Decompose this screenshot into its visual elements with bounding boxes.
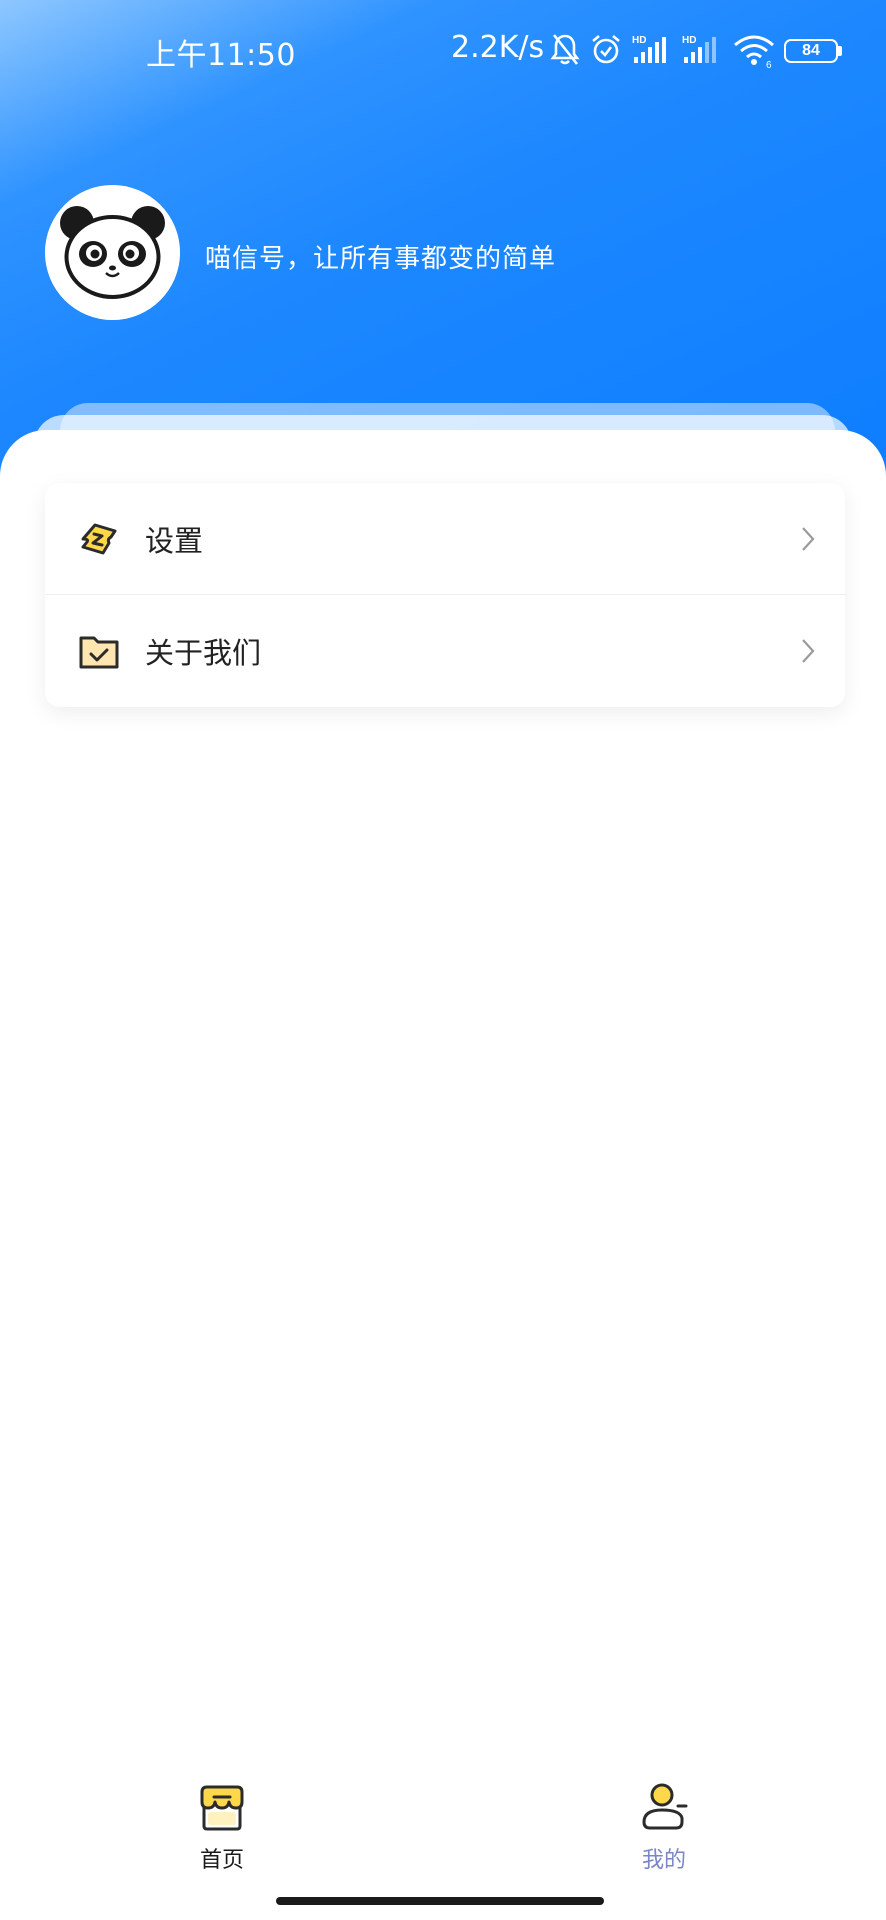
tab-label: 我的	[641, 1848, 686, 1873]
folder-check-icon	[79, 636, 119, 669]
battery-nub	[838, 46, 842, 56]
tab-label: 首页	[199, 1848, 244, 1873]
bottom-nav: 首页 我的	[0, 1760, 886, 1873]
menu-card: 设置 关于我们	[45, 483, 845, 707]
chevron-right-icon	[802, 526, 815, 551]
battery-icon: 84	[784, 39, 838, 63]
home-indicator[interactable]	[276, 1897, 604, 1905]
battery-level: 84	[802, 42, 820, 59]
status-bar: 上午11:50 2.2K/s HD HD 6 84	[0, 0, 886, 100]
menu-item-label: 关于我们	[145, 636, 262, 670]
menu-item-label: 设置	[145, 523, 204, 558]
svg-text:HD: HD	[682, 35, 696, 46]
slogan-text: 喵信号，让所有事都变的简单	[205, 244, 557, 274]
shop-icon	[200, 1785, 244, 1831]
panda-avatar	[45, 185, 180, 320]
ticket-settings-icon	[81, 523, 117, 554]
signal-hd-icon: HD	[682, 35, 716, 63]
tab-mine[interactable]: 我的	[604, 1760, 724, 1873]
menu-item-settings[interactable]: 设置	[45, 483, 845, 595]
svg-text:6: 6	[766, 60, 772, 69]
avatar[interactable]	[45, 185, 180, 320]
network-speed: 2.2K/s	[451, 30, 545, 65]
signal-hd-icon: HD	[632, 35, 666, 63]
mute-bell-icon	[550, 34, 580, 65]
status-time: 上午11:50	[146, 38, 296, 73]
tab-home[interactable]: 首页	[162, 1760, 282, 1873]
alarm-icon	[592, 35, 620, 64]
user-icon	[642, 1783, 688, 1830]
wifi-icon: 6	[734, 35, 774, 69]
svg-text:HD: HD	[632, 35, 646, 46]
chevron-right-icon	[802, 639, 815, 663]
menu-item-about-us[interactable]: 关于我们	[45, 595, 845, 707]
